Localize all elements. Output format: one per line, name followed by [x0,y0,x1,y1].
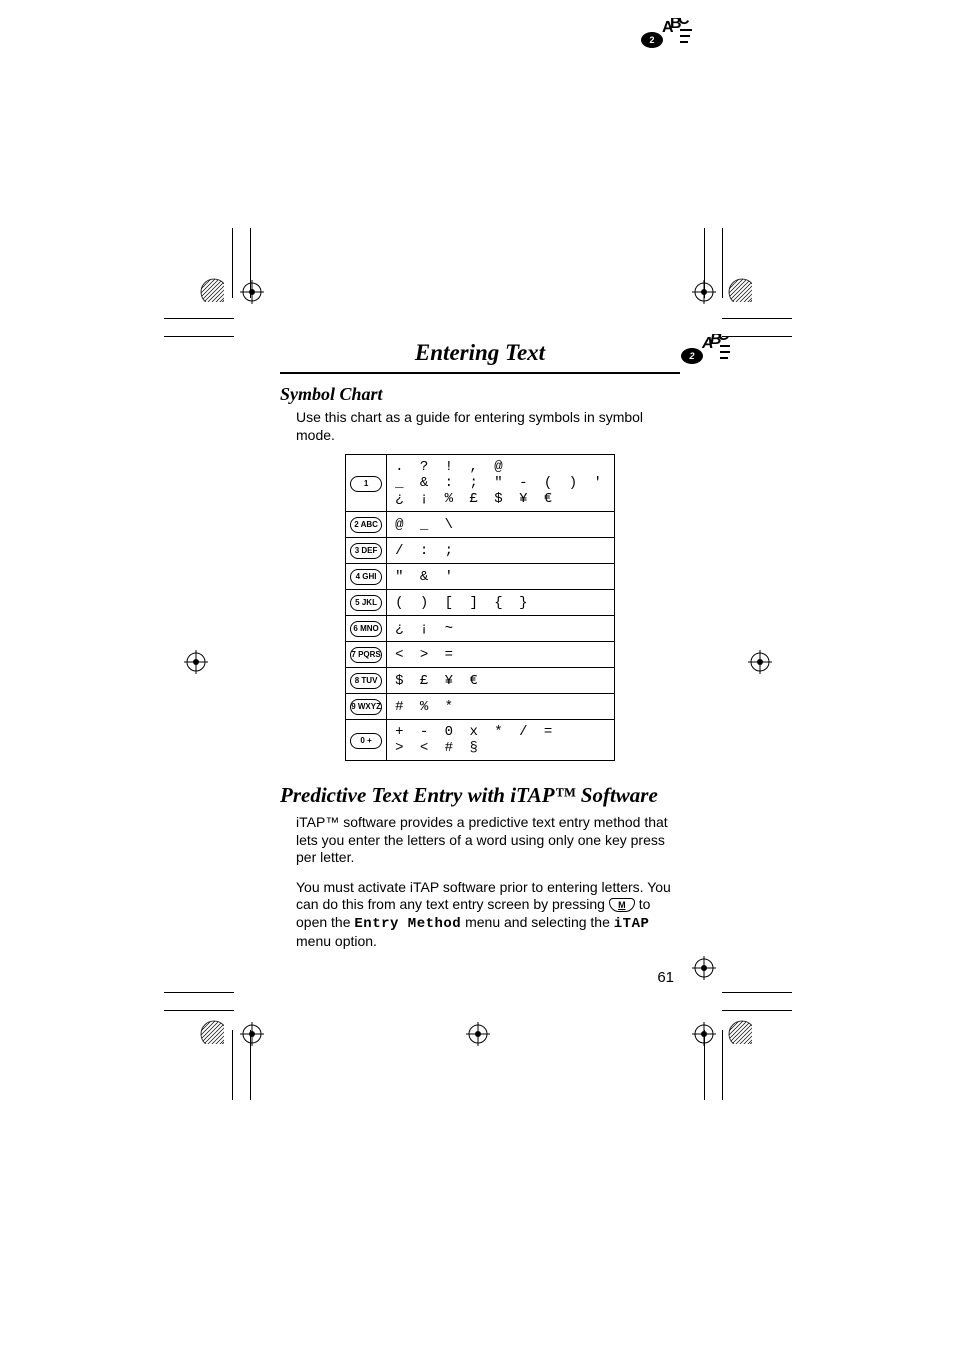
crop-tick [722,1030,723,1100]
section-title-symbol-chart: Symbol Chart [280,384,680,405]
symbol-table-chars-cell: @ _ \ [387,512,615,538]
crop-tick [232,1030,233,1100]
page-content: Entering Text Symbol Chart Use this char… [280,340,680,986]
abc-key-icon [640,18,696,52]
symbol-table-key-cell: 3 DEF [346,538,387,564]
symbol-table-row: 5 JKL ( ) [ ] { } [346,590,615,616]
crop-tick [250,1030,251,1100]
symbol-table-chars-cell: ¿ ¡ ~ [387,616,615,642]
crop-tick [164,336,234,337]
symbol-table-key-cell: 5 JKL [346,590,387,616]
phone-key-icon: 4 GHI [350,569,382,585]
itap-paragraph-2: You must activate iTAP software prior to… [296,879,680,951]
phone-key-icon: 2 ABC [350,517,382,533]
phone-key-icon: 1 [350,476,382,492]
itap-paragraph-1: iTAP™ software provides a predictive tex… [296,814,680,867]
section-title-itap: Predictive Text Entry with iTAP™ Softwar… [280,783,680,808]
crop-tick [250,228,251,298]
crop-tick [722,1010,792,1011]
registration-mark-icon [240,1022,264,1046]
symbol-table-key-cell: 9 WXYZ [346,694,387,720]
crop-tick [722,336,792,337]
registration-mark-icon [748,650,772,674]
print-mark-icon [200,1020,224,1044]
menu-key-icon: M [609,898,635,912]
registration-mark-icon [184,650,208,674]
symbol-table-row: 3 DEF / : ; [346,538,615,564]
crop-tick [722,228,723,298]
symbol-table-chars-cell: / : ; [387,538,615,564]
phone-key-icon: 6 MNO [350,621,382,637]
phone-key-icon: 9 WXYZ [350,699,382,715]
symbol-table-chars-cell: < > = [387,642,615,668]
phone-key-icon: 7 PQRS [350,647,382,663]
symbol-table-row: 0 + + - 0 x * / = > < # § [346,720,615,761]
phone-key-icon: 5 JKL [350,595,382,611]
crop-tick [164,1010,234,1011]
crop-tick [164,992,234,993]
crop-tick [704,228,705,298]
itap-p2-c: menu and selecting the [465,914,614,930]
phone-key-icon: 0 + [350,733,382,749]
symbol-table-key-cell: 4 GHI [346,564,387,590]
symbol-table-row: 1 . ? ! , @ _ & : ; " - ( ) ' ¿ ¡ % £ $ ¥… [346,455,615,512]
symbol-table-row: 7 PQRS < > = [346,642,615,668]
symbol-table-key-cell: 6 MNO [346,616,387,642]
crop-tick [164,318,234,319]
crop-tick [722,992,792,993]
symbol-table-key-cell: 8 TUV [346,668,387,694]
symbol-table-key-cell: 1 [346,455,387,512]
symbol-table-key-cell: 0 + [346,720,387,761]
symbol-chart-table: 1 . ? ! , @ _ & : ; " - ( ) ' ¿ ¡ % £ $ ¥… [345,454,615,761]
symbol-table-key-cell: 2 ABC [346,512,387,538]
symbol-table-chars-cell: " & ' [387,564,615,590]
itap-p2-d: menu option. [296,933,377,949]
running-head-text: Entering Text [415,340,545,365]
symbol-chart-intro: Use this chart as a guide for entering s… [296,409,680,444]
symbol-table-chars-cell: . ? ! , @ _ & : ; " - ( ) ' ¿ ¡ % £ $ ¥ … [387,455,615,512]
heading-rule [280,372,680,374]
abc-key-icon [680,334,730,364]
itap-menu-option-label: iTAP [614,916,650,932]
print-mark-icon [728,1020,752,1044]
crop-tick [704,1030,705,1100]
symbol-table-key-cell: 7 PQRS [346,642,387,668]
crop-tick [722,318,792,319]
crop-tick [232,228,233,298]
symbol-table-row: 6 MNO ¿ ¡ ~ [346,616,615,642]
phone-key-icon: 8 TUV [350,673,382,689]
running-head: Entering Text [280,340,680,370]
print-mark-icon [200,278,224,302]
registration-mark-icon [692,956,716,980]
registration-mark-icon [240,280,264,304]
entry-method-menu-label: Entry Method [354,916,461,932]
page-number: 61 [280,969,680,986]
symbol-table-row: 2 ABC @ _ \ [346,512,615,538]
symbol-table-chars-cell: # % * [387,694,615,720]
print-mark-icon [728,278,752,302]
symbol-table-chars-cell: ( ) [ ] { } [387,590,615,616]
registration-mark-icon [466,1022,490,1046]
phone-key-icon: 3 DEF [350,543,382,559]
symbol-table-chars-cell: + - 0 x * / = > < # § [387,720,615,761]
symbol-table-row: 4 GHI " & ' [346,564,615,590]
symbol-table-chars-cell: $ £ ¥ € [387,668,615,694]
symbol-table-row: 9 WXYZ # % * [346,694,615,720]
symbol-table-row: 8 TUV $ £ ¥ € [346,668,615,694]
